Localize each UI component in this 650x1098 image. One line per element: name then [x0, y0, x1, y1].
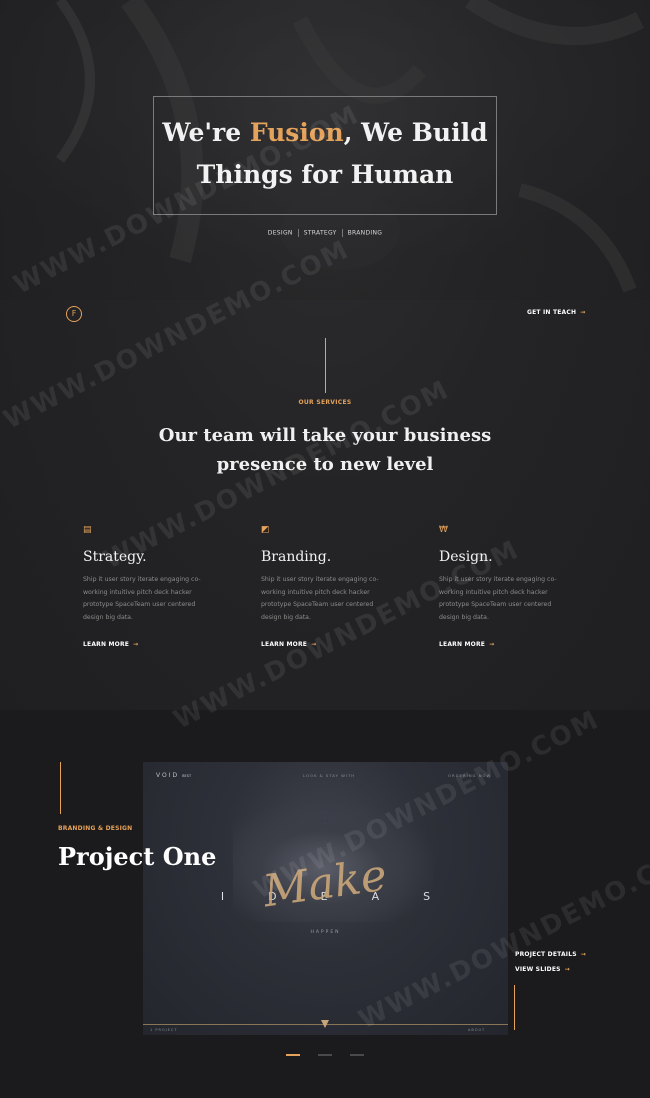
- arrow-right-icon: →: [489, 641, 495, 648]
- arrow-right-icon: →: [564, 966, 570, 973]
- tag-branding[interactable]: BRANDING: [348, 230, 383, 237]
- tag-design[interactable]: DESIGN: [268, 230, 293, 237]
- slider-dot-active[interactable]: [286, 1054, 300, 1056]
- project-divider-line: [60, 762, 61, 814]
- preview-bottom-left: 1 PROJECT: [150, 1028, 178, 1032]
- project-category: BRANDING & DESIGN: [58, 825, 133, 832]
- arrow-right-icon: →: [133, 641, 139, 648]
- arrow-right-icon: →: [580, 309, 586, 316]
- learn-more-link[interactable]: LEARN MORE →: [83, 641, 233, 648]
- slider-dot[interactable]: [318, 1054, 332, 1056]
- preview-happen-text: HAPPEN: [310, 930, 341, 935]
- get-in-teach-link[interactable]: GET IN TEACH →: [527, 309, 585, 316]
- slider-dot[interactable]: [350, 1054, 364, 1056]
- preview-bottom-right: ABOUT: [468, 1028, 486, 1032]
- tag-strategy[interactable]: STRATEGY: [304, 230, 337, 237]
- divider-line: [325, 338, 326, 393]
- services-label: OUR SERVICES: [298, 399, 352, 406]
- project-right-line: [514, 985, 515, 1030]
- service-description: Ship it user story iterate engaging co-w…: [83, 576, 201, 621]
- project-title: Project One: [58, 842, 217, 871]
- logo-icon[interactable]: F: [66, 306, 82, 322]
- view-slides-link[interactable]: VIEW SLIDES →: [515, 966, 570, 973]
- service-title: Branding.: [261, 549, 332, 565]
- arrow-right-icon: →: [580, 951, 586, 958]
- preview-nav-center: LOOK & STAY WITH: [303, 773, 356, 778]
- brush-icon: ₩: [439, 525, 448, 535]
- document-icon: ▤: [83, 525, 92, 535]
- preview-logo: VOID BEST: [156, 772, 192, 779]
- preview-marker-icon: [321, 1020, 329, 1028]
- learn-more-link[interactable]: LEARN MORE →: [439, 641, 589, 648]
- pencil-icon: ◩: [261, 525, 270, 535]
